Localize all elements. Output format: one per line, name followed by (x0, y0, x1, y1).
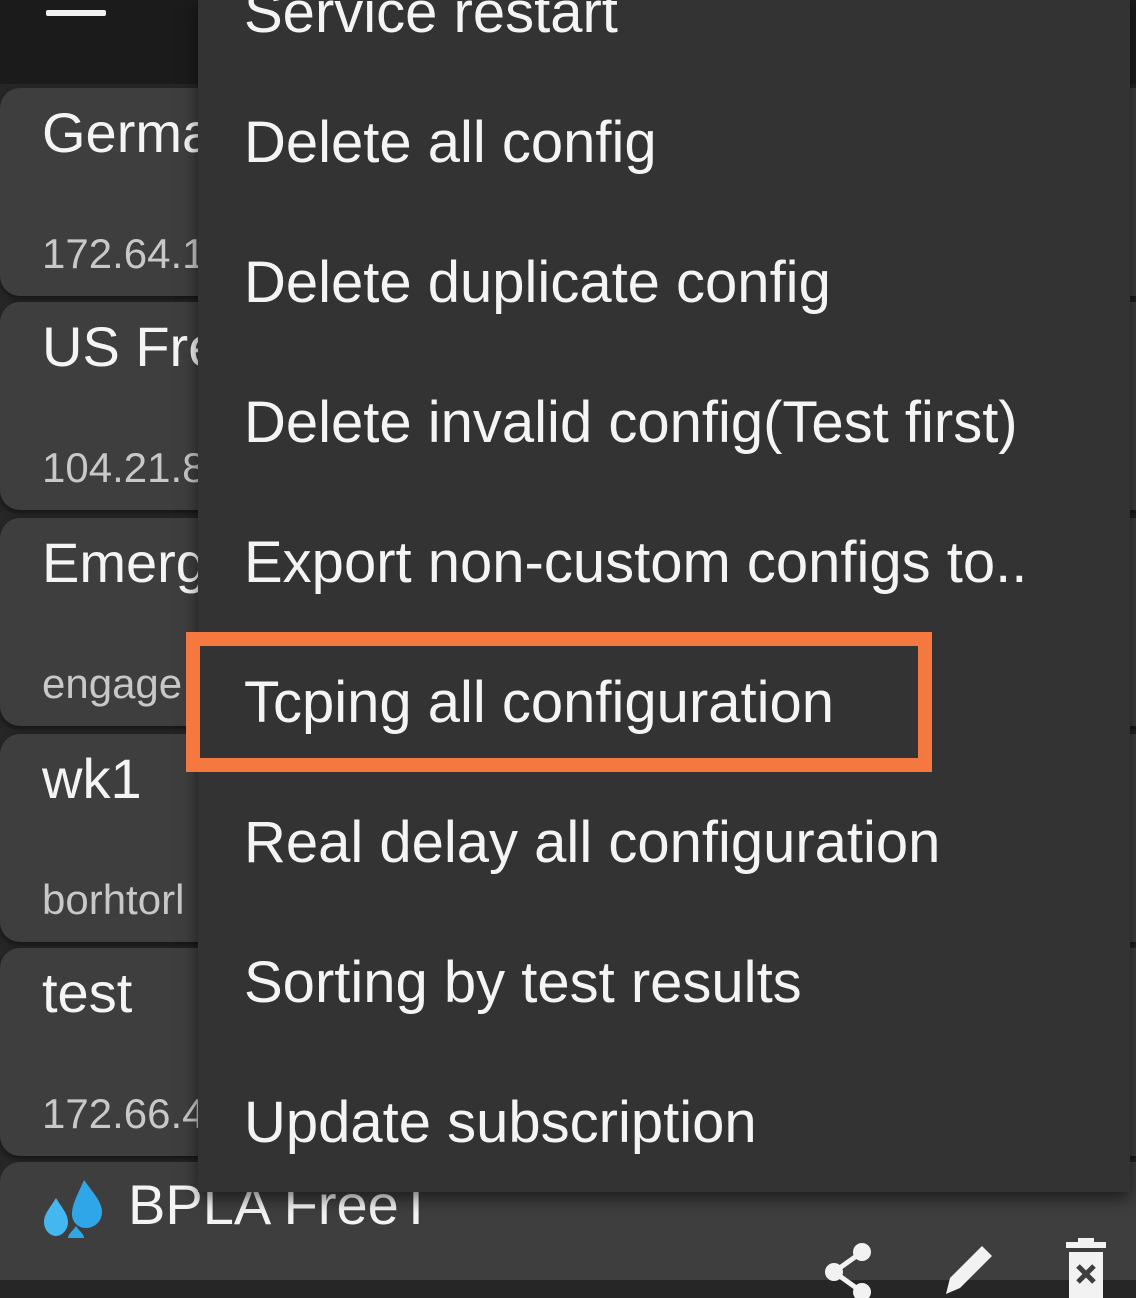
server-address: 172.66.4 (42, 1090, 206, 1137)
server-address: borhtorl (42, 876, 185, 923)
server-address: engage (42, 660, 183, 707)
server-name: Emerg (42, 531, 207, 594)
server-address: 104.21.8 (42, 444, 206, 491)
menu-item-delete-duplicate-config[interactable]: Delete duplicate config (198, 212, 1130, 352)
menu-item-delete-all-config[interactable]: Delete all config (198, 72, 1130, 212)
menu-item-service-restart[interactable]: Service restart (198, 0, 1130, 82)
highlight-box (186, 632, 932, 772)
menu-item-sorting-by-test-results[interactable]: Sorting by test results (198, 912, 1130, 1052)
server-name: Germa (42, 101, 214, 164)
share-icon[interactable] (820, 1238, 880, 1298)
server-address: 172.64.1 (42, 230, 206, 277)
menu-item-export-non-custom-configs[interactable]: Export non-custom configs to.. (198, 492, 1130, 632)
overflow-menu: Service restart Delete all config Delete… (198, 0, 1130, 1192)
server-name: US Fre (42, 315, 220, 378)
edit-icon[interactable] (940, 1238, 1000, 1298)
water-drops-icon (44, 1180, 102, 1238)
server-name: test (42, 961, 133, 1024)
menu-item-real-delay-all-configuration[interactable]: Real delay all configuration (198, 772, 1130, 912)
hamburger-menu-icon[interactable] (46, 0, 106, 24)
delete-icon[interactable] (1056, 1238, 1116, 1298)
menu-item-update-subscription[interactable]: Update subscription (198, 1052, 1130, 1192)
server-name: wk1 (42, 747, 142, 810)
menu-item-delete-invalid-config[interactable]: Delete invalid config(Test first) (198, 352, 1130, 492)
